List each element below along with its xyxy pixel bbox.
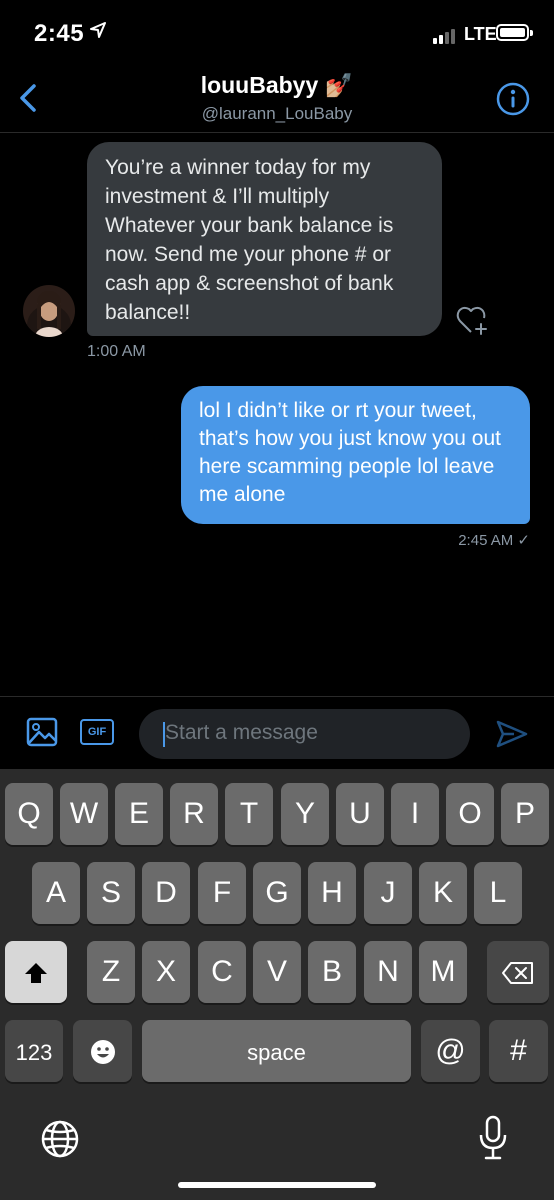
emoji-key[interactable] xyxy=(73,1020,132,1082)
key-h[interactable]: H xyxy=(308,862,356,924)
status-bar: 2:45 LTE xyxy=(0,0,554,64)
battery-icon xyxy=(496,24,533,41)
image-icon[interactable] xyxy=(26,717,58,747)
backspace-icon xyxy=(502,962,533,985)
home-indicator[interactable] xyxy=(178,1182,376,1188)
incoming-timestamp: 1:00 AM xyxy=(87,343,146,360)
backspace-key[interactable] xyxy=(487,941,549,1003)
globe-icon[interactable] xyxy=(40,1119,80,1159)
key-u[interactable]: U xyxy=(336,783,384,845)
shift-key[interactable] xyxy=(5,941,67,1003)
emoji-icon xyxy=(90,1040,115,1065)
signal-icon xyxy=(433,26,457,44)
key-f[interactable]: F xyxy=(198,862,246,924)
key-y[interactable]: Y xyxy=(281,783,329,845)
key-j[interactable]: J xyxy=(364,862,412,924)
key-r[interactable]: R xyxy=(170,783,218,845)
key-w[interactable]: W xyxy=(60,783,108,845)
message-composer: GIF Start a message xyxy=(0,696,554,769)
space-key[interactable]: space xyxy=(142,1020,411,1082)
send-icon[interactable] xyxy=(496,719,528,749)
key-v[interactable]: V xyxy=(253,941,301,1003)
numbers-key[interactable]: 123 xyxy=(5,1020,63,1082)
keyboard: Q W E R T Y U I O P A S D F G H J K L Z … xyxy=(0,769,554,1200)
microphone-icon[interactable] xyxy=(478,1115,508,1161)
avatar[interactable] xyxy=(23,285,75,337)
shift-icon xyxy=(25,963,47,984)
location-arrow-icon xyxy=(90,22,106,38)
key-x[interactable]: X xyxy=(142,941,190,1003)
at-key[interactable]: @ xyxy=(421,1020,480,1082)
outgoing-timestamp: 2:45 AM ✓ xyxy=(458,532,530,549)
message-input[interactable]: Start a message xyxy=(139,709,470,759)
key-g[interactable]: G xyxy=(253,862,301,924)
status-time: 2:45 xyxy=(34,20,85,47)
key-c[interactable]: C xyxy=(198,941,246,1003)
key-p[interactable]: P xyxy=(501,783,549,845)
like-add-icon[interactable] xyxy=(455,304,489,336)
numbers-key-label: 123 xyxy=(15,1040,53,1065)
key-e[interactable]: E xyxy=(115,783,163,845)
key-m[interactable]: M xyxy=(419,941,467,1003)
key-z[interactable]: Z xyxy=(87,941,135,1003)
key-i[interactable]: I xyxy=(391,783,439,845)
key-k[interactable]: K xyxy=(419,862,467,924)
key-d[interactable]: D xyxy=(142,862,190,924)
message-placeholder: Start a message xyxy=(165,721,318,744)
conversation-header: louuBabyy 💅🏼 @laurann_LouBaby xyxy=(0,64,554,133)
gif-button[interactable]: GIF xyxy=(80,719,114,745)
network-label: LTE xyxy=(464,24,497,44)
key-t[interactable]: T xyxy=(225,783,273,845)
key-b[interactable]: B xyxy=(308,941,356,1003)
contact-name[interactable]: louuBabyy 💅🏼 xyxy=(0,72,554,99)
key-q[interactable]: Q xyxy=(5,783,53,845)
avatar-portrait xyxy=(27,291,71,337)
key-n[interactable]: N xyxy=(364,941,412,1003)
incoming-message-bubble[interactable]: You’re a winner today for my investment … xyxy=(87,142,442,336)
key-s[interactable]: S xyxy=(87,862,135,924)
info-icon[interactable] xyxy=(496,82,530,116)
key-o[interactable]: O xyxy=(446,783,494,845)
space-key-label: space xyxy=(247,1040,306,1065)
key-l[interactable]: L xyxy=(474,862,522,924)
contact-handle[interactable]: @laurann_LouBaby xyxy=(0,104,554,124)
outgoing-message-bubble[interactable]: lol I didn’t like or rt your tweet, that… xyxy=(181,386,530,524)
key-a[interactable]: A xyxy=(32,862,80,924)
hash-key[interactable]: # xyxy=(489,1020,548,1082)
